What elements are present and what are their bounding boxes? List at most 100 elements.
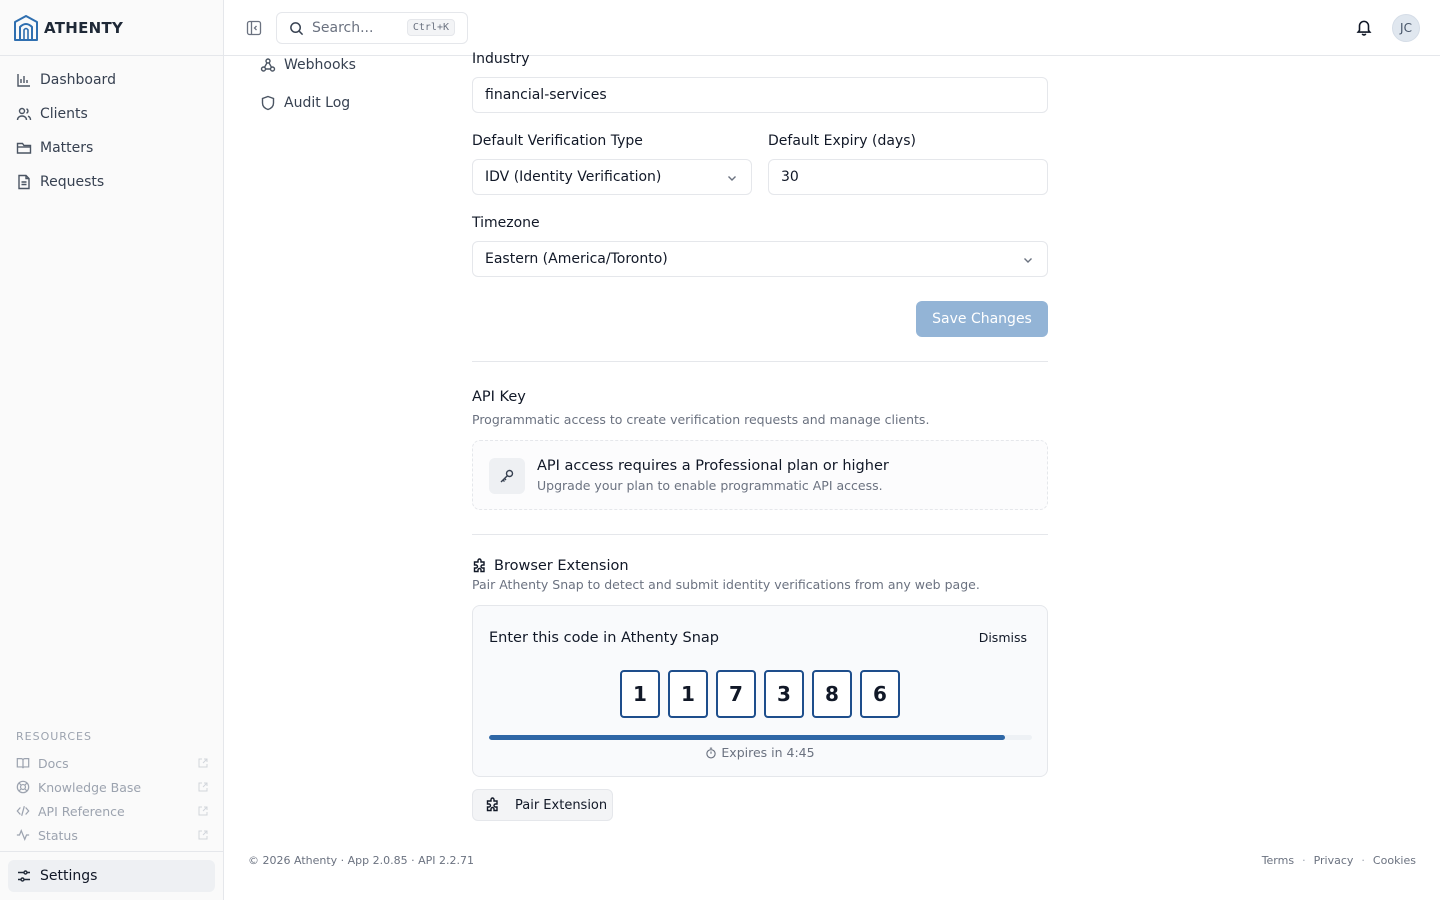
resource-status[interactable]: Status (16, 823, 208, 847)
folder-icon (16, 142, 32, 154)
sidebar-item-label: Settings (40, 868, 98, 884)
key-icon (500, 469, 514, 483)
footer-links: Terms · Privacy · Cookies (1262, 854, 1416, 867)
pairing-code: 1 1 7 3 8 6 (620, 670, 900, 718)
timezone-value: Eastern (America/Toronto) (485, 251, 668, 267)
expiry-label: Default Expiry (days) (768, 133, 916, 149)
api-key-title: API Key (472, 389, 526, 405)
expiry-input[interactable]: 30 (768, 159, 1048, 195)
sidebar-item-matters[interactable]: Matters (8, 131, 215, 165)
footer-separator: · (1361, 854, 1365, 867)
code-digit: 3 (764, 670, 804, 718)
footer-copyright: © 2026 Athenty · App 2.0.85 · API 2.2.71 (248, 854, 475, 867)
pair-extension-button[interactable]: Pair Extension (472, 789, 613, 821)
expiry-text: Expires in 4:45 (721, 745, 815, 760)
pair-extension-label: Pair Extension (515, 797, 608, 813)
search-input[interactable]: Search... Ctrl+K (276, 12, 468, 44)
expiry-value: 30 (781, 169, 799, 185)
verification-type-select[interactable]: IDV (Identity Verification) (472, 159, 752, 195)
pairing-code-card: Enter this code in Athenty Snap Dismiss … (472, 605, 1048, 777)
code-digit: 8 (812, 670, 852, 718)
subnav-item-webhooks[interactable]: Webhooks (248, 46, 448, 84)
verification-type-label: Default Verification Type (472, 133, 643, 149)
bar-chart-icon (17, 74, 30, 87)
dismiss-button[interactable]: Dismiss (979, 630, 1027, 645)
verification-type-value: IDV (Identity Verification) (485, 169, 662, 185)
athenty-logo-icon (14, 15, 38, 41)
extension-title: Browser Extension (494, 558, 629, 574)
subnav-item-audit-log[interactable]: Audit Log (248, 84, 448, 122)
users-icon (16, 107, 32, 121)
industry-input[interactable]: financial-services (472, 77, 1048, 113)
resource-docs[interactable]: Docs (16, 751, 208, 775)
search-shortcut: Ctrl+K (406, 19, 455, 36)
external-link-icon (198, 806, 208, 816)
sidebar-item-label: Requests (40, 174, 105, 190)
user-avatar[interactable]: JC (1392, 14, 1420, 42)
api-key-subtitle: Programmatic access to create verificati… (472, 412, 930, 427)
extension-subtitle: Pair Athenty Snap to detect and submit i… (472, 577, 980, 592)
sidebar: ATHENTY Dashboard Clients Matters Reques… (0, 0, 224, 900)
api-notice-subtitle: Upgrade your plan to enable programmatic… (537, 478, 883, 493)
sliders-icon (18, 870, 30, 882)
sidebar-divider (0, 851, 223, 852)
search-icon (290, 21, 304, 35)
section-divider (472, 361, 1048, 362)
brand-logo[interactable]: ATHENTY (14, 14, 123, 42)
chevron-down-icon (1024, 258, 1032, 263)
code-digit: 7 (716, 670, 756, 718)
puzzle-icon (473, 558, 485, 573)
resource-label: Knowledge Base (38, 779, 142, 795)
puzzle-icon (486, 797, 498, 812)
activity-icon (16, 828, 30, 842)
code-icon (16, 806, 30, 816)
resource-label: Status (38, 827, 78, 843)
sidebar-item-label: Clients (40, 106, 88, 122)
expiry-timer: Expires in 4:45 (473, 745, 1047, 760)
code-digit: 1 (620, 670, 660, 718)
expiry-progress-bar (489, 735, 1032, 740)
sidebar-item-label: Matters (40, 140, 94, 156)
footer-link-cookies[interactable]: Cookies (1373, 854, 1416, 867)
resource-knowledge-base[interactable]: Knowledge Base (16, 775, 208, 799)
expiry-progress-fill (489, 735, 1005, 740)
sidebar-item-requests[interactable]: Requests (8, 165, 215, 199)
resource-api-reference[interactable]: API Reference (16, 799, 208, 823)
extension-header: Browser Extension (472, 558, 629, 574)
resources-heading: RESOURCES (16, 730, 92, 743)
sidebar-item-dashboard[interactable]: Dashboard (8, 63, 215, 97)
notifications-button[interactable] (1355, 18, 1373, 36)
save-changes-button[interactable]: Save Changes (916, 301, 1048, 337)
pairing-card-title: Enter this code in Athenty Snap (489, 630, 720, 646)
resources-list: Docs Knowledge Base API Reference Status (16, 751, 208, 847)
sidebar-toggle-button[interactable] (244, 18, 264, 38)
file-icon (18, 174, 30, 190)
timer-icon (706, 747, 717, 758)
industry-label: Industry (472, 51, 530, 67)
section-divider (472, 534, 1048, 535)
sidebar-nav: Dashboard Clients Matters Requests (8, 63, 215, 199)
search-placeholder: Search... (312, 20, 374, 36)
brand-name: ATHENTY (44, 19, 124, 37)
resource-label: API Reference (38, 803, 125, 819)
external-link-icon (198, 830, 208, 840)
subnav-label: Webhooks (284, 57, 356, 73)
timezone-select[interactable]: Eastern (America/Toronto) (472, 241, 1048, 277)
settings-subnav: Webhooks Audit Log (248, 46, 448, 122)
footer-link-privacy[interactable]: Privacy (1314, 854, 1354, 867)
api-notice-title: API access requires a Professional plan … (537, 458, 889, 474)
shield-icon (261, 95, 275, 111)
external-link-icon (198, 758, 208, 768)
footer-separator: · (1302, 854, 1306, 867)
webhook-icon (260, 58, 276, 72)
timezone-label: Timezone (472, 215, 540, 231)
panel-left-icon (246, 20, 262, 36)
api-key-icon-wrap (489, 458, 525, 494)
resource-label: Docs (38, 755, 69, 771)
book-icon (16, 758, 30, 769)
subnav-label: Audit Log (284, 95, 351, 111)
sidebar-divider (0, 55, 223, 56)
sidebar-item-clients[interactable]: Clients (8, 97, 215, 131)
footer-link-terms[interactable]: Terms (1262, 854, 1294, 867)
sidebar-item-settings[interactable]: Settings (8, 860, 215, 892)
